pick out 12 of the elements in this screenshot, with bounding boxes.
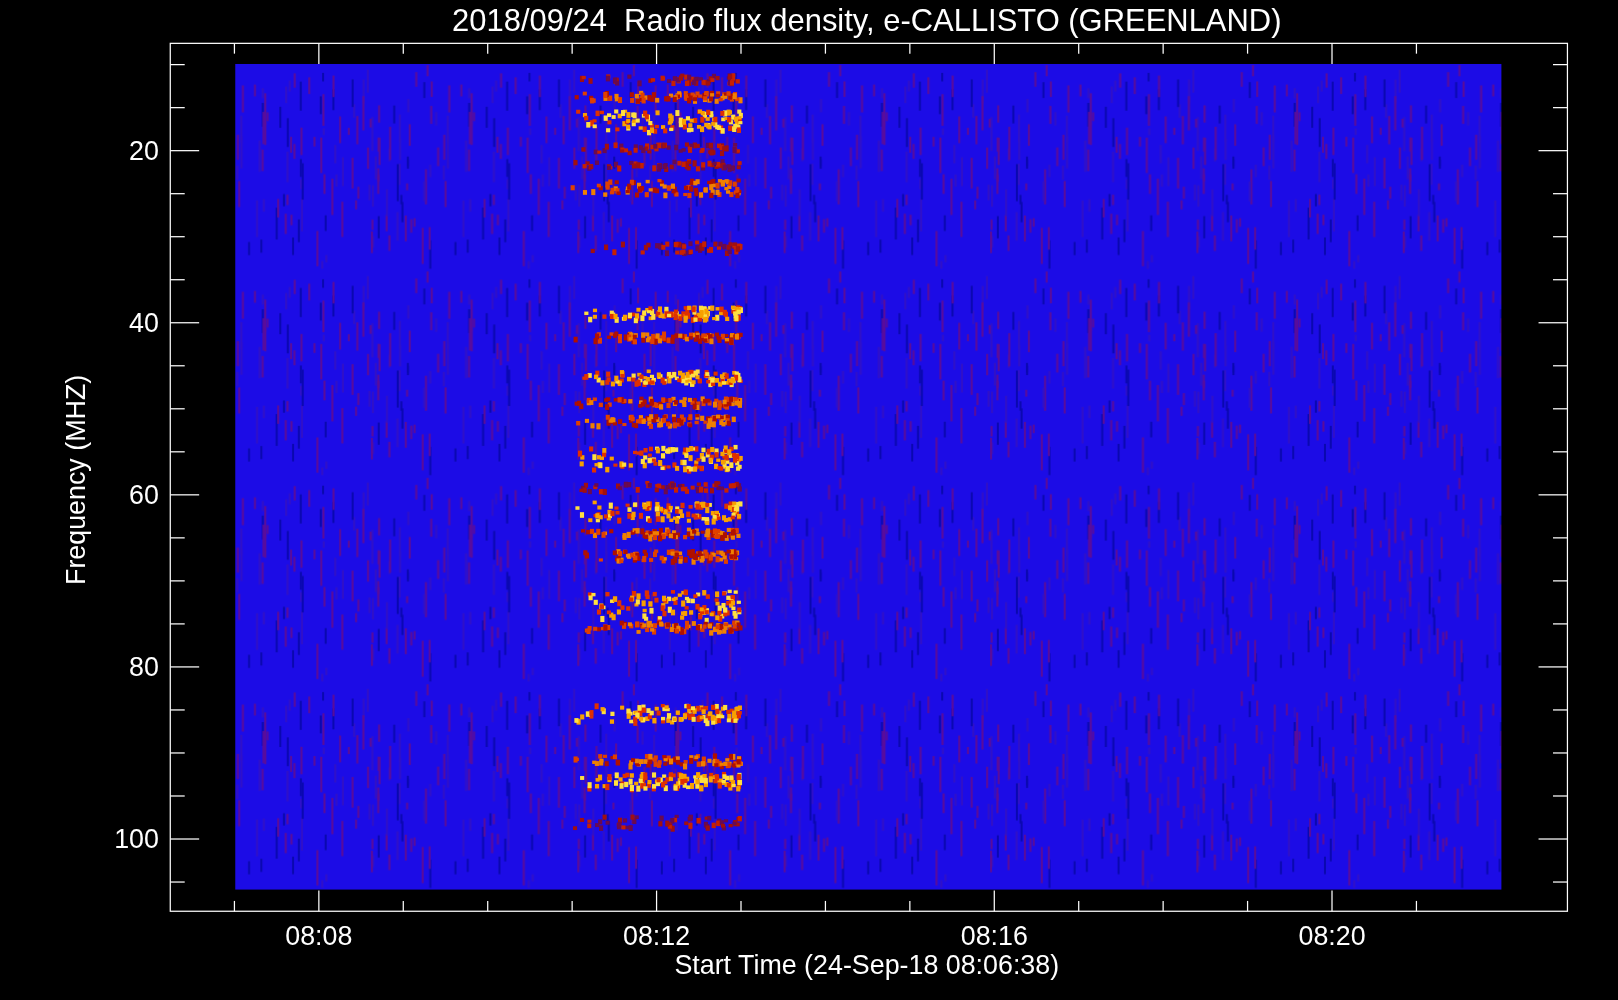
- y-tick-label: 20: [129, 135, 159, 166]
- x-tick-label: 08:20: [1298, 921, 1366, 952]
- x-tick-label: 08:08: [285, 921, 353, 952]
- chart-title: 2018/09/24 Radio flux density, e-CALLISTO (GREENLAND): [452, 2, 1282, 38]
- y-tick-label: 40: [129, 308, 159, 339]
- y-tick-label: 60: [129, 480, 159, 511]
- y-tick-label: 80: [129, 652, 159, 683]
- y-tick-label: 100: [114, 824, 159, 855]
- x-tick-label: 08:16: [960, 921, 1028, 952]
- y-axis-label: Frequency (MHZ): [60, 374, 91, 585]
- x-tick-label: 08:12: [623, 921, 691, 952]
- x-axis-label: Start Time (24-Sep-18 08:06:38): [674, 950, 1060, 981]
